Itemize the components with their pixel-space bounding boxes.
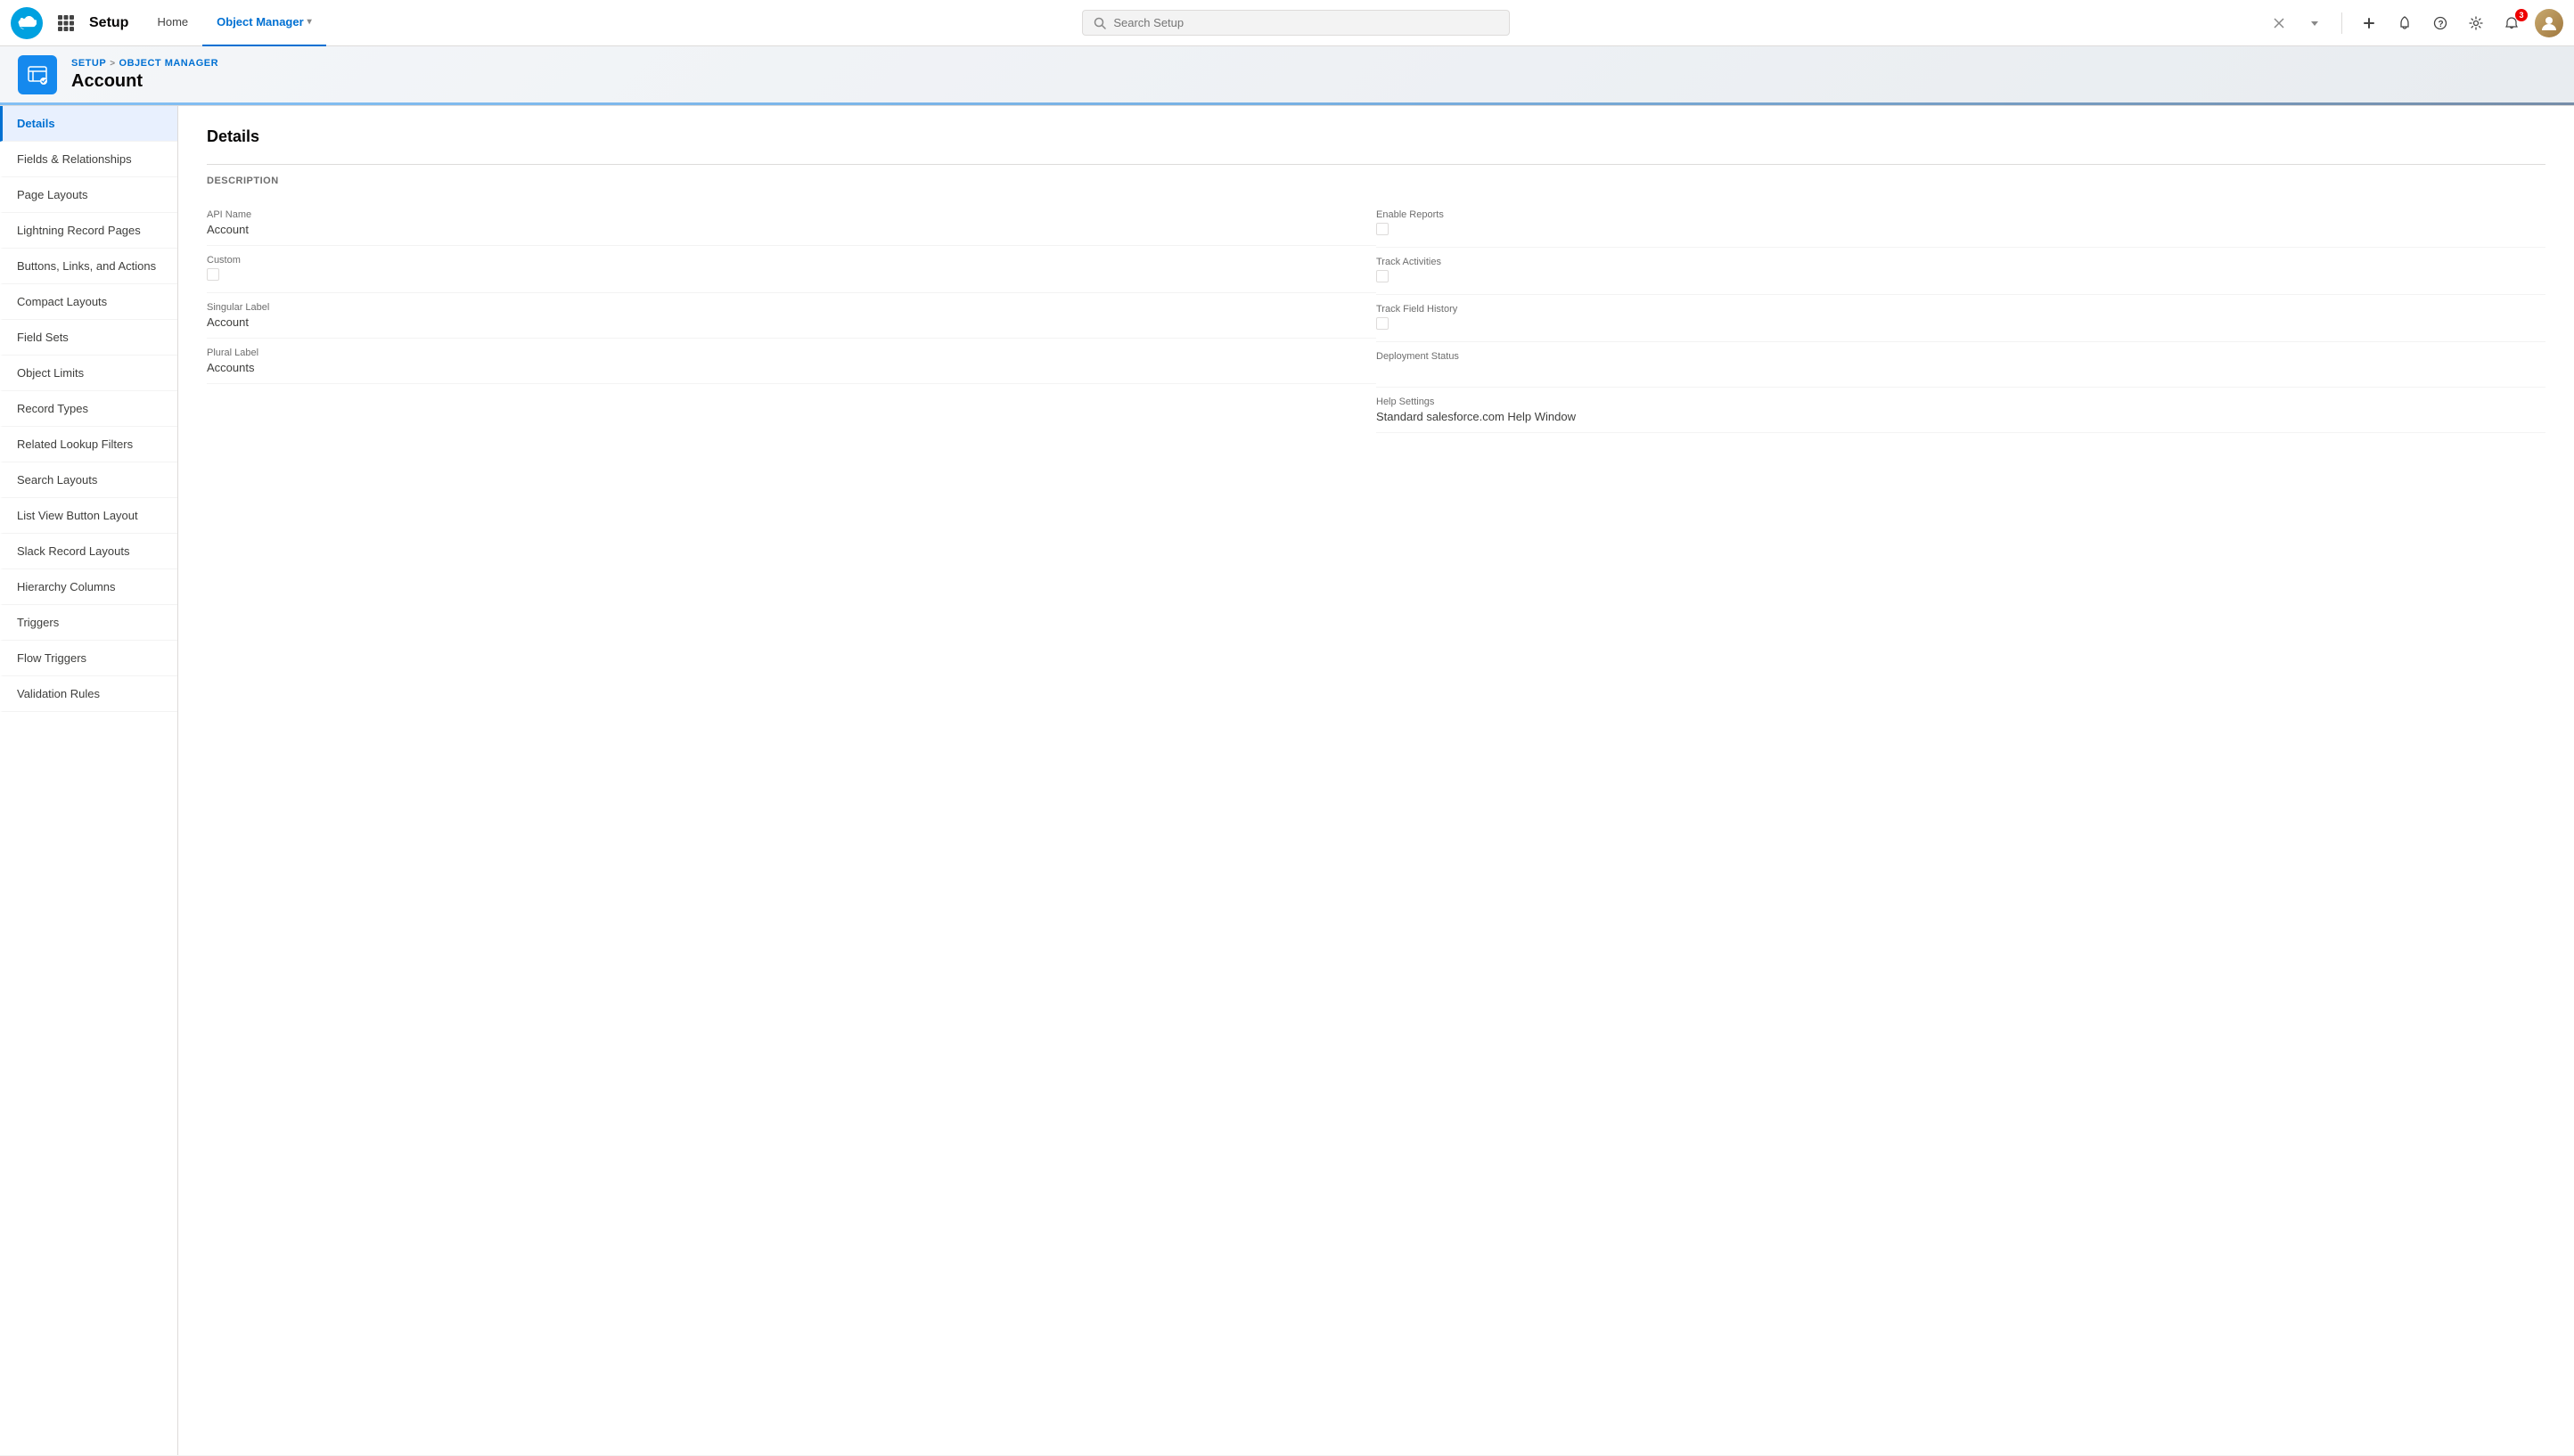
close-icon[interactable] bbox=[2267, 11, 2291, 36]
help-icon[interactable]: ? bbox=[2428, 11, 2453, 36]
sidebar-item-details[interactable]: Details bbox=[0, 106, 177, 142]
field-track-field-history: Track Field History bbox=[1376, 295, 2545, 342]
description-label: Description bbox=[207, 176, 2545, 186]
settings-icon[interactable] bbox=[2463, 11, 2488, 36]
notification-badge: 3 bbox=[2515, 9, 2528, 21]
track-activities-checkbox bbox=[1376, 270, 1389, 282]
details-right-column: Enable Reports Track Activities Track Fi… bbox=[1376, 200, 2545, 433]
breadcrumb: SETUP > OBJECT MANAGER bbox=[71, 58, 218, 69]
top-nav-actions: ? 3 bbox=[2267, 9, 2563, 37]
section-title: Details bbox=[207, 127, 2545, 146]
sidebar-item-lightning-record-pages[interactable]: Lightning Record Pages bbox=[0, 213, 177, 249]
search-wrapper bbox=[333, 10, 2259, 36]
breadcrumb-separator: > bbox=[110, 59, 115, 69]
sidebar: Details Fields & Relationships Page Layo… bbox=[0, 106, 178, 1455]
dropdown-icon[interactable] bbox=[2302, 11, 2327, 36]
sidebar-item-record-types[interactable]: Record Types bbox=[0, 391, 177, 427]
sidebar-item-triggers[interactable]: Triggers bbox=[0, 605, 177, 641]
sidebar-item-object-limits[interactable]: Object Limits bbox=[0, 356, 177, 391]
salesforce-logo[interactable] bbox=[11, 7, 43, 39]
field-api-name: API Name Account bbox=[207, 200, 1376, 246]
section-divider bbox=[207, 164, 2545, 165]
sidebar-item-compact-layouts[interactable]: Compact Layouts bbox=[0, 284, 177, 320]
chevron-down-icon: ▾ bbox=[307, 17, 312, 27]
main-content: Details Fields & Relationships Page Layo… bbox=[0, 106, 2574, 1455]
sidebar-item-related-lookup-filters[interactable]: Related Lookup Filters bbox=[0, 427, 177, 462]
notification-icon[interactable] bbox=[2392, 11, 2417, 36]
field-track-activities: Track Activities bbox=[1376, 248, 2545, 295]
custom-checkbox bbox=[207, 268, 219, 281]
field-deployment-status: Deployment Status bbox=[1376, 342, 2545, 388]
sidebar-item-search-layouts[interactable]: Search Layouts bbox=[0, 462, 177, 498]
add-icon[interactable] bbox=[2357, 11, 2381, 36]
svg-text:?: ? bbox=[2439, 20, 2444, 29]
field-custom: Custom bbox=[207, 246, 1376, 293]
top-navigation: Setup Home Object Manager ▾ bbox=[0, 0, 2574, 46]
avatar[interactable] bbox=[2535, 9, 2563, 37]
sidebar-item-flow-triggers[interactable]: Flow Triggers bbox=[0, 641, 177, 676]
enable-reports-checkbox bbox=[1376, 223, 1389, 235]
sidebar-item-buttons-links-actions[interactable]: Buttons, Links, and Actions bbox=[0, 249, 177, 284]
page-title: Account bbox=[71, 70, 218, 92]
sidebar-item-field-sets[interactable]: Field Sets bbox=[0, 320, 177, 356]
object-icon bbox=[18, 55, 57, 94]
sidebar-item-page-layouts[interactable]: Page Layouts bbox=[0, 177, 177, 213]
app-name: Setup bbox=[89, 15, 128, 31]
content-panel: Details Description API Name Account Cus… bbox=[178, 106, 2574, 1455]
track-field-history-checkbox bbox=[1376, 317, 1389, 330]
field-plural-label: Plural Label Accounts bbox=[207, 339, 1376, 384]
breadcrumb-area: SETUP > OBJECT MANAGER Account bbox=[71, 58, 218, 92]
search-icon bbox=[1094, 17, 1106, 29]
page-header: SETUP > OBJECT MANAGER Account bbox=[0, 46, 2574, 106]
breadcrumb-setup[interactable]: SETUP bbox=[71, 58, 106, 69]
search-bar[interactable] bbox=[1082, 10, 1510, 36]
nav-tab-object-manager[interactable]: Object Manager ▾ bbox=[202, 0, 326, 46]
app-launcher-icon[interactable] bbox=[53, 11, 78, 36]
sidebar-item-validation-rules[interactable]: Validation Rules bbox=[0, 676, 177, 712]
field-singular-label: Singular Label Account bbox=[207, 293, 1376, 339]
sidebar-item-hierarchy-columns[interactable]: Hierarchy Columns bbox=[0, 569, 177, 605]
field-help-settings: Help Settings Standard salesforce.com He… bbox=[1376, 388, 2545, 433]
nav-divider bbox=[2341, 12, 2342, 34]
breadcrumb-object-manager[interactable]: OBJECT MANAGER bbox=[119, 58, 219, 69]
details-left-column: API Name Account Custom Singular Label A… bbox=[207, 200, 1376, 433]
search-input[interactable] bbox=[1113, 16, 1498, 29]
sidebar-item-fields-relationships[interactable]: Fields & Relationships bbox=[0, 142, 177, 177]
field-enable-reports: Enable Reports bbox=[1376, 200, 2545, 248]
nav-tab-home[interactable]: Home bbox=[143, 0, 202, 46]
sidebar-item-slack-record-layouts[interactable]: Slack Record Layouts bbox=[0, 534, 177, 569]
nav-tabs: Home Object Manager ▾ bbox=[143, 0, 325, 45]
details-grid: API Name Account Custom Singular Label A… bbox=[207, 200, 2545, 433]
alerts-icon[interactable]: 3 bbox=[2499, 11, 2524, 36]
sidebar-item-list-view-button-layout[interactable]: List View Button Layout bbox=[0, 498, 177, 534]
